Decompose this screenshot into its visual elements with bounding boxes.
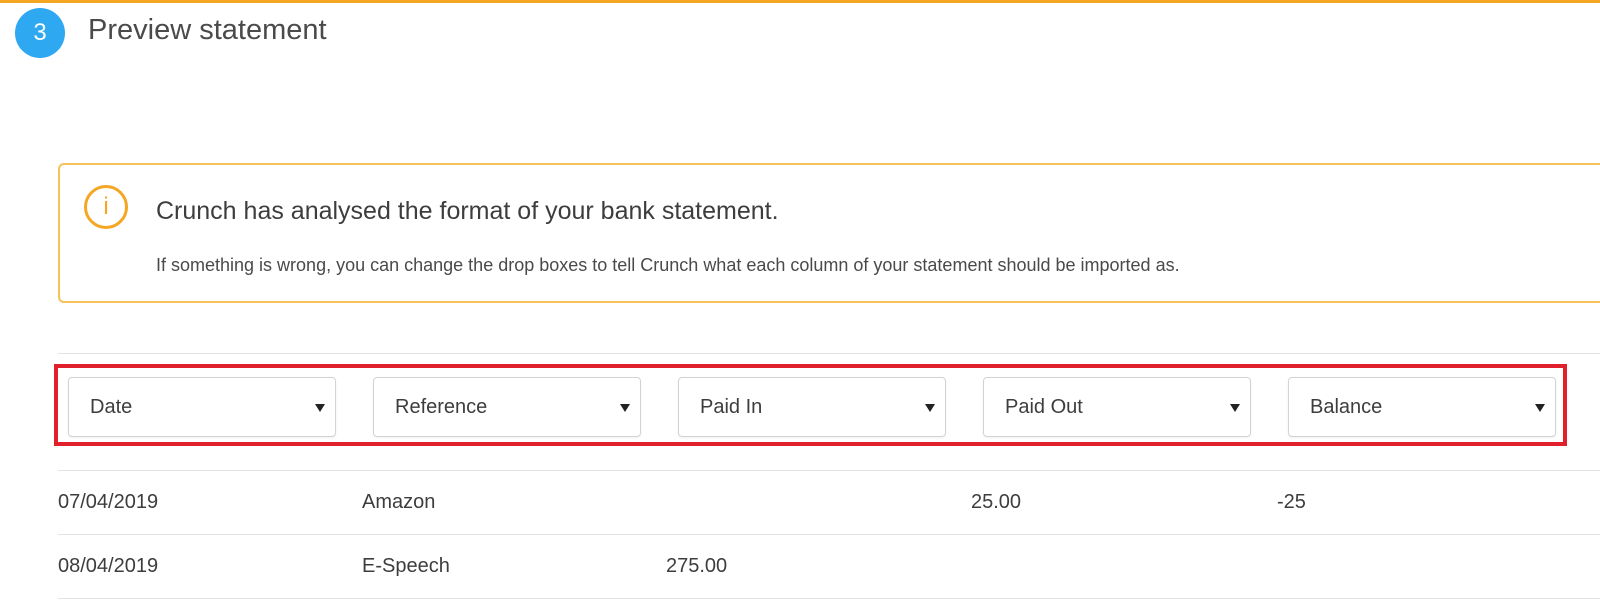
column-select-label: Paid In [700, 396, 763, 418]
column-select-label: Date [90, 396, 133, 418]
info-notice: i Crunch has analysed the format of your… [58, 163, 1600, 303]
caret-down-icon [315, 404, 325, 412]
column-select-label: Balance [1310, 396, 1383, 418]
info-icon: i [84, 185, 128, 229]
page-title: Preview statement [88, 14, 327, 46]
divider [58, 353, 1600, 354]
top-accent-line [0, 0, 1600, 3]
cell-paid-out: 25.00 [971, 491, 1022, 513]
cell-date: 08/04/2019 [58, 555, 159, 577]
column-select-label: Reference [395, 396, 488, 418]
cell-paid-in: 275.00 [666, 555, 728, 577]
caret-down-icon [925, 404, 935, 412]
table-row: 07/04/2019 Amazon 25.00 -25 [58, 471, 1600, 535]
step-number-badge: 3 [15, 8, 65, 58]
caret-down-icon [1230, 404, 1240, 412]
divider [58, 598, 1600, 599]
column-select-paid-in[interactable]: Paid In [678, 377, 946, 437]
caret-down-icon [620, 404, 630, 412]
column-select-label: Paid Out [1005, 396, 1083, 418]
notice-body: If something is wrong, you can change th… [156, 255, 1180, 275]
column-select-paid-out[interactable]: Paid Out [983, 377, 1251, 437]
column-select-reference[interactable]: Reference [373, 377, 641, 437]
caret-down-icon [1535, 404, 1545, 412]
notice-title: Crunch has analysed the format of your b… [156, 197, 779, 225]
cell-reference: Amazon [362, 491, 436, 513]
column-select-balance[interactable]: Balance [1288, 377, 1556, 437]
column-select-date[interactable]: Date [68, 377, 336, 437]
table-row: 08/04/2019 E-Speech 275.00 [58, 535, 1600, 599]
cell-reference: E-Speech [362, 555, 450, 577]
cell-date: 07/04/2019 [58, 491, 159, 513]
cell-balance: -25 [1277, 491, 1306, 513]
